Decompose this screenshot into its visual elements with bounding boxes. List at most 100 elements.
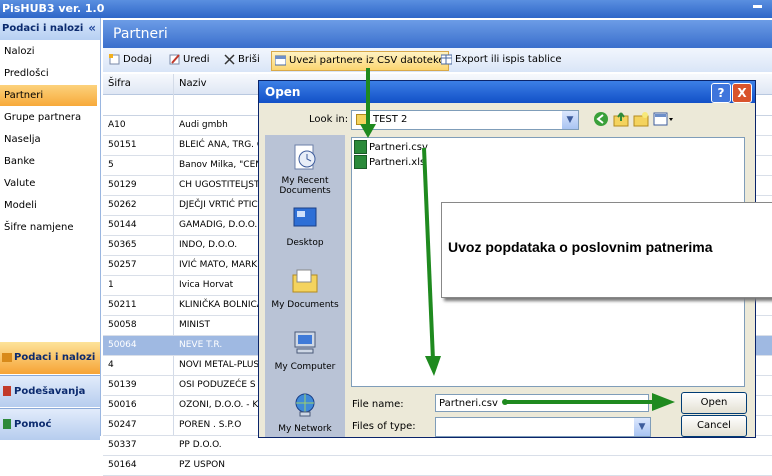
cell-naziv: Audi gmbh	[179, 120, 228, 130]
toolbar: Dodaj Uredi Briši Uvezi partnere iz CSV …	[103, 48, 772, 73]
file-item-label: Partneri.xls	[369, 157, 426, 168]
collapse-icon[interactable]: «	[88, 17, 96, 39]
sidebar: Podaci i nalozi « Nalozi Predlošci Partn…	[0, 17, 101, 440]
delete-label: Briši	[238, 54, 260, 65]
cell-sifra: 4	[108, 360, 114, 370]
settings-icon	[3, 386, 11, 396]
cell-sifra: A10	[108, 120, 126, 130]
sidebar-item-sifre-namjene[interactable]: Šifre namjene	[0, 217, 97, 238]
export-icon	[441, 54, 452, 64]
help-icon	[3, 419, 11, 429]
nav-pomoc-label: Pomoć	[14, 419, 52, 430]
column-header-naziv[interactable]: Naziv	[179, 78, 207, 89]
cell-naziv: IVIĆ MATO, MARKE	[179, 260, 263, 270]
file-type-label: Files of type:	[352, 421, 416, 432]
cell-sifra: 50058	[108, 320, 137, 330]
place-my-documents[interactable]: My Documents	[265, 267, 345, 310]
cell-naziv: BLEIĆ ANA, TRG. O	[179, 140, 264, 150]
place-my-computer[interactable]: My Computer	[265, 329, 345, 372]
nav-podesavanja-label: Podešavanja	[14, 386, 86, 397]
cell-sifra: 50129	[108, 180, 137, 190]
nav-pomoc-button[interactable]: Pomoć	[0, 408, 100, 440]
place-my-network-label: My Network	[278, 424, 332, 434]
cell-naziv: KLINIČKA BOLNICA	[179, 300, 263, 310]
cell-sifra: 5	[108, 160, 114, 170]
open-button[interactable]: Open	[681, 392, 747, 414]
export-button[interactable]: Export ili ispis tablice	[441, 51, 562, 69]
look-in-select[interactable]: TEST 2 ▼	[351, 110, 579, 130]
dialog-title-bar: Open ? X	[259, 81, 755, 103]
cell-naziv: GAMADIG, D.O.O.	[179, 220, 258, 230]
cell-sifra: 50337	[108, 440, 137, 450]
sidebar-header-label: Podaci i nalozi	[2, 23, 84, 34]
place-desktop[interactable]: Desktop	[265, 205, 345, 248]
cell-naziv: OZONI, D.O.O. - K	[179, 400, 259, 410]
cell-sifra: 50211	[108, 300, 137, 310]
add-icon	[109, 53, 120, 64]
sidebar-item-banke[interactable]: Banke	[0, 151, 97, 172]
import-csv-button[interactable]: Uvezi partnere iz CSV datoteke	[271, 51, 449, 71]
cell-sifra: 50164	[108, 460, 137, 470]
excel-file-icon	[354, 140, 367, 154]
minimize-button[interactable]	[753, 5, 762, 8]
recent-documents-icon	[294, 144, 316, 170]
nav-podesavanja-button[interactable]: Podešavanja	[0, 375, 100, 407]
chevron-down-icon[interactable]: ▼	[562, 111, 578, 129]
app-title: PisHUB3 ver. 1.0	[2, 2, 105, 15]
folder-icon	[356, 113, 370, 125]
export-label: Export ili ispis tablice	[455, 54, 562, 65]
sidebar-item-naselja[interactable]: Naselja	[0, 129, 97, 150]
place-recent[interactable]: My Recent Documents	[265, 143, 345, 196]
place-my-computer-label: My Computer	[274, 362, 336, 372]
cell-sifra: 50064	[108, 340, 137, 350]
file-item-partneri-csv[interactable]: Partneri.csv	[354, 140, 428, 154]
cell-naziv: DJEČJI VRTIĆ PTIC	[179, 200, 258, 210]
help-button[interactable]: ?	[711, 83, 731, 103]
sidebar-item-predlosci[interactable]: Predlošci	[0, 63, 97, 84]
cell-naziv: NOVI METAL-PLUS,	[179, 360, 262, 370]
sidebar-item-modeli[interactable]: Modeli	[0, 195, 97, 216]
sidebar-item-grupe-partnera[interactable]: Grupe partnera	[0, 107, 97, 128]
sidebar-item-valute[interactable]: Valute	[0, 173, 97, 194]
view-menu-icon[interactable]	[653, 111, 675, 127]
edit-button[interactable]: Uredi	[169, 51, 210, 69]
nav-podaci-i-nalozi-label: Podaci i nalozi	[14, 352, 96, 363]
column-header-sifra[interactable]: Šifra	[108, 78, 131, 89]
cell-sifra: 50247	[108, 420, 137, 430]
sidebar-item-nalozi[interactable]: Nalozi	[0, 41, 97, 62]
cell-naziv: NEVE T.R.	[179, 340, 223, 350]
cell-sifra: 1	[108, 280, 114, 290]
cell-sifra: 50139	[108, 380, 137, 390]
cell-sifra: 50016	[108, 400, 137, 410]
look-in-label: Look in:	[309, 114, 349, 125]
add-button[interactable]: Dodaj	[109, 51, 152, 69]
cell-naziv: PZ USPON	[179, 460, 225, 470]
delete-button[interactable]: Briši	[224, 51, 260, 69]
cell-sifra: 50151	[108, 140, 137, 150]
cell-naziv: CH UGOSTITELJSTV	[179, 180, 266, 190]
file-name-input[interactable]: Partneri.csv	[435, 394, 649, 412]
nav-podaci-i-nalozi-button[interactable]: Podaci i nalozi	[0, 342, 100, 374]
cell-naziv: INDO, D.O.O.	[179, 240, 238, 250]
table-row[interactable]: 50164 PZ USPON	[103, 456, 772, 476]
new-folder-icon[interactable]	[633, 111, 649, 127]
cell-naziv: Ivica Horvat	[179, 280, 234, 290]
app-title-bar: PisHUB3 ver. 1.0	[0, 0, 772, 18]
chevron-down-icon[interactable]: ▼	[634, 418, 650, 436]
table-row[interactable]: 50337 PP D.O.O.	[103, 436, 772, 456]
edit-icon	[169, 53, 180, 64]
file-type-select[interactable]: ▼	[435, 417, 651, 437]
cancel-button[interactable]: Cancel	[681, 415, 747, 437]
file-name-label: File name:	[352, 399, 404, 410]
cell-naziv: MINIST	[179, 320, 211, 330]
place-my-documents-label: My Documents	[271, 300, 339, 310]
cell-sifra: 50365	[108, 240, 137, 250]
sidebar-item-partneri[interactable]: Partneri	[0, 85, 97, 106]
dialog-title: Open	[265, 85, 301, 99]
back-icon[interactable]	[593, 111, 609, 127]
file-item-partneri-xls[interactable]: Partneri.xls	[354, 155, 425, 169]
up-folder-icon[interactable]	[613, 111, 629, 127]
close-button[interactable]: X	[732, 83, 752, 103]
edit-label: Uredi	[183, 54, 210, 65]
place-my-network[interactable]: My Network	[265, 391, 345, 434]
